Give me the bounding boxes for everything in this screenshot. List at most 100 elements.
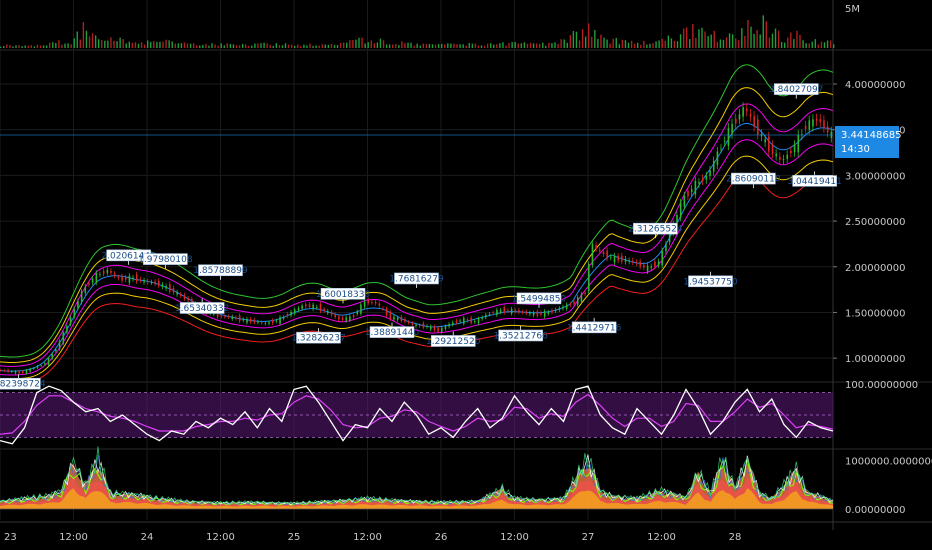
time-tick-label: 28 (729, 532, 742, 543)
candle-body (716, 151, 719, 165)
candle-body (735, 118, 737, 124)
volume-bar (597, 38, 599, 48)
candle-body (58, 341, 61, 350)
volume-bar (150, 41, 152, 48)
volume-bar (441, 43, 443, 48)
volume-bar (588, 23, 590, 48)
volume-bar (731, 34, 734, 48)
candle-body (308, 304, 311, 307)
volume-bar (327, 44, 330, 48)
volume-bar (9, 44, 11, 48)
volume-bar (281, 45, 284, 48)
volume-bar (483, 45, 486, 48)
candle-body (613, 255, 616, 263)
volume-bar (128, 41, 131, 48)
time-tick-label: 26 (435, 532, 448, 543)
volume-bar (630, 40, 633, 48)
volume-bar (330, 43, 333, 48)
candle-body (33, 368, 35, 369)
volume-bar (768, 37, 771, 48)
volume-bar (670, 38, 673, 48)
candle-body (117, 277, 120, 279)
candle-body (382, 308, 384, 310)
last-price-label: 3.44148685 (841, 130, 901, 141)
candle-body (808, 120, 811, 130)
volume-bar (254, 43, 256, 48)
candle-body (161, 284, 164, 287)
candle-body (73, 308, 76, 318)
volume-bar (159, 41, 161, 48)
candle-body (426, 326, 428, 327)
candle-body (3, 370, 6, 372)
volume-bar (738, 40, 740, 48)
volume-bar (238, 45, 241, 48)
candle-body (367, 299, 370, 304)
volume-bar (199, 45, 201, 48)
volume-bar (591, 36, 593, 48)
candle-body (591, 244, 594, 266)
volume-bar (275, 43, 278, 48)
time-tick-label: 23 (4, 532, 17, 543)
volume-bar (447, 43, 449, 48)
volume-bar (615, 38, 617, 48)
volume-bar (425, 44, 428, 48)
volume-bar (735, 38, 737, 48)
candle-body (187, 298, 190, 301)
candle-body (503, 307, 506, 313)
volume-bar (578, 40, 581, 48)
volume-bar (471, 43, 474, 48)
volume-bar (805, 43, 807, 48)
candle-body (183, 295, 186, 299)
volume-bar (465, 45, 467, 48)
time-tick-label: 24 (141, 532, 154, 543)
annotation-label: 1.54994850 (512, 294, 567, 304)
volume-bar (192, 43, 195, 48)
annotation-label: 1.76816279 (389, 274, 444, 284)
candle-body (106, 269, 109, 273)
volume-bar (58, 40, 60, 48)
candle-body (110, 270, 112, 273)
candle-body (257, 321, 259, 323)
candle-body (779, 156, 781, 160)
volume-bar (278, 45, 281, 48)
volume-bar (826, 40, 829, 48)
volume-bar (612, 38, 614, 48)
volume-bar (64, 43, 66, 48)
volume-bar (750, 26, 752, 48)
candle-body (643, 264, 645, 268)
candle-body (319, 304, 322, 312)
volume-bar (747, 19, 749, 48)
volume-bar (646, 44, 648, 48)
indicator-tick-label: 1000000.00000000 (845, 457, 932, 468)
volume-bar (652, 43, 654, 48)
candle-body (746, 108, 748, 112)
candle-body (271, 320, 274, 324)
candle-body (764, 139, 766, 143)
time-tick-label: 12:00 (59, 532, 88, 543)
candle-body (345, 317, 348, 321)
volume-bar (523, 42, 526, 48)
trading-chart: 0.823987242.020614401.979801081.85788899… (0, 0, 932, 550)
volume-bar (367, 42, 369, 48)
volume-bar (110, 37, 112, 48)
volume-bar (655, 41, 657, 48)
volume-bar (284, 43, 287, 48)
volume-bar (817, 44, 820, 48)
volume-bar (73, 38, 75, 48)
candle-body (121, 276, 123, 281)
candle-body (463, 318, 465, 324)
candle-body (793, 144, 796, 153)
volume-bar (333, 45, 336, 48)
time-tick-label: 12:00 (206, 532, 235, 543)
candle-body (158, 280, 160, 286)
volume-bar (358, 37, 360, 48)
candle-body (624, 258, 627, 262)
volume-bar (741, 28, 743, 48)
candle-body (558, 308, 561, 310)
candle-body (606, 250, 608, 259)
candle-body (554, 309, 557, 312)
candle-body (547, 312, 550, 314)
candle-body (668, 233, 671, 243)
candle-body (771, 145, 774, 154)
volume-bar (373, 43, 376, 48)
